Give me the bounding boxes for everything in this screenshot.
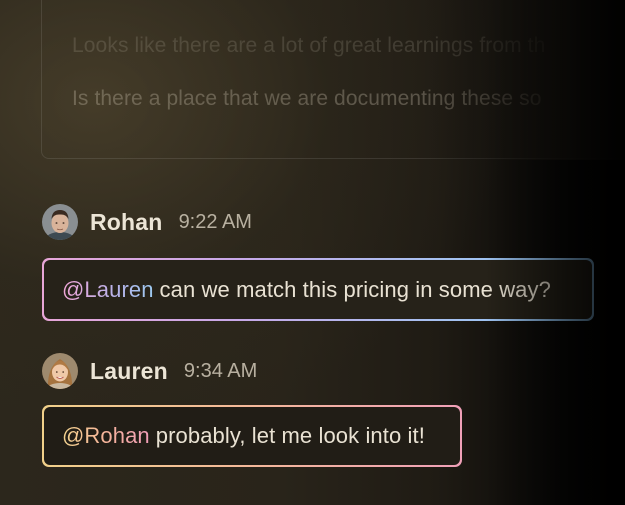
message-header-lauren: Lauren 9:34 AM [42, 353, 257, 389]
previous-message-line-2: Is there a place that we are documenting… [72, 87, 542, 110]
message-text: can we match this pricing in some way? [159, 276, 551, 302]
message-bubble-lauren[interactable]: @Rohan probably, let me look into it! [42, 405, 462, 467]
message-time: 9:34 AM [183, 359, 258, 382]
message-header-rohan: Rohan 9:22 AM [42, 204, 252, 240]
previous-message-card: Looks like there are a lot of great lear… [41, 0, 625, 160]
chat-thread: Looks like there are a lot of great lear… [0, 0, 625, 505]
message-body: @Lauren can we match this pricing in som… [44, 260, 592, 319]
rohan-avatar-icon[interactable] [42, 204, 78, 240]
mention-rohan[interactable]: @Rohan [62, 423, 150, 449]
message-bubble-rohan[interactable]: @Lauren can we match this pricing in som… [42, 258, 594, 321]
lauren-avatar-icon[interactable] [42, 353, 78, 389]
message-author[interactable]: Rohan [90, 209, 163, 236]
previous-message-fade [422, 0, 625, 160]
mention-lauren[interactable]: @Lauren [62, 277, 154, 303]
message-author[interactable]: Lauren [90, 358, 168, 385]
previous-message-line-1: Looks like there are a lot of great lear… [72, 34, 546, 57]
message-time: 9:22 AM [178, 210, 252, 233]
message-body: @Rohan probably, let me look into it! [44, 407, 460, 465]
message-text: probably, let me look into it! [155, 423, 425, 448]
